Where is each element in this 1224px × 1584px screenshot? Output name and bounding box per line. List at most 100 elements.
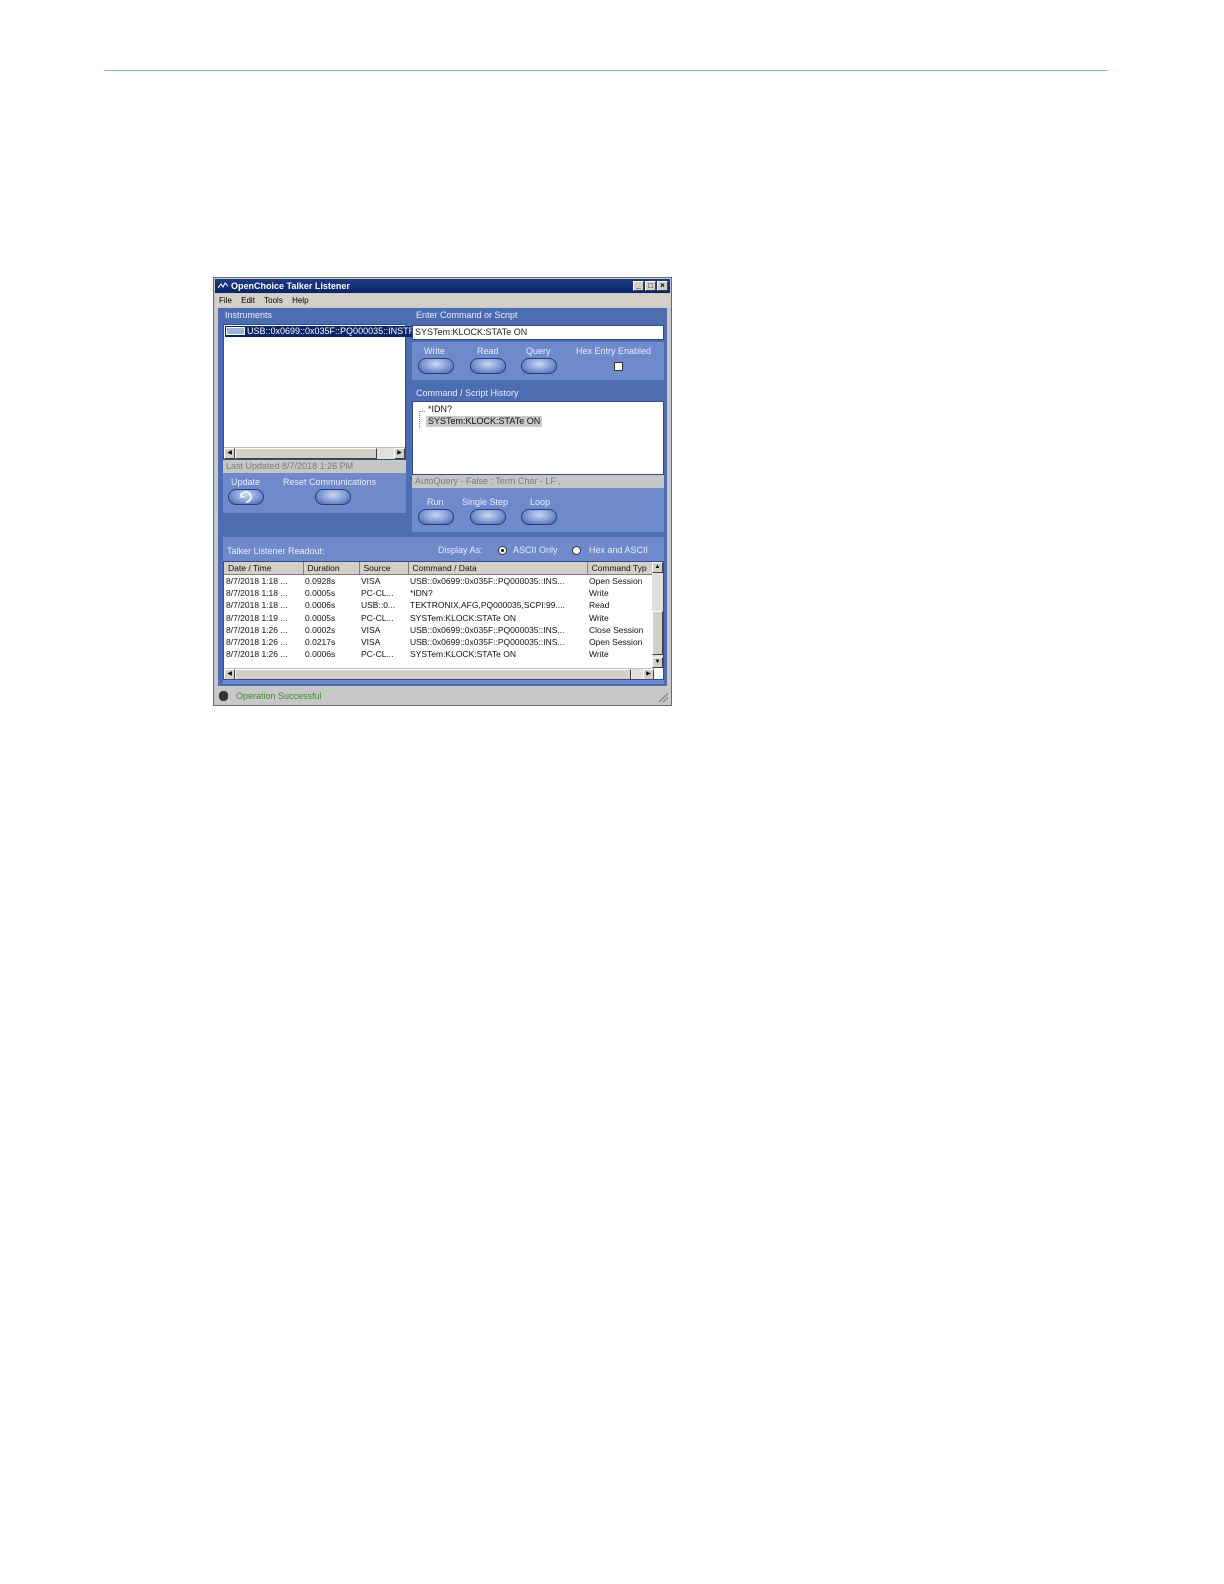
minimize-icon[interactable]: _ xyxy=(633,281,644,291)
script-actions-panel: Run Single Step Loop xyxy=(412,488,664,532)
scroll-left-icon[interactable]: ◀ xyxy=(224,448,235,459)
table-cell: Write xyxy=(589,649,609,660)
table-cell: PC-CL... xyxy=(361,588,394,599)
table-row[interactable]: 8/7/2018 1:26 ... 0.0217s VISA USB::0x0699:… xyxy=(224,636,654,648)
refresh-icon xyxy=(240,491,252,503)
command-actions-panel: Write Read Query Hex Entry Enabled xyxy=(412,342,664,380)
table-row[interactable]: 8/7/2018 1:26 ... 0.0002s VISA USB::0x0699:… xyxy=(224,624,654,636)
tree-connector xyxy=(419,411,425,428)
readout-vscrollbar[interactable]: ▲ ▼ xyxy=(652,562,663,668)
table-cell: 8/7/2018 1:26 ... xyxy=(226,624,288,635)
table-cell: VISA xyxy=(361,576,381,587)
history-tree[interactable]: *IDN? SYSTem:KLOCK:STATe ON xyxy=(412,401,664,475)
table-cell: 8/7/2018 1:18 ... xyxy=(226,576,288,587)
loop-label: Loop xyxy=(530,497,551,507)
table-row[interactable]: 8/7/2018 1:18 ... 0.0005s PC-CL... *IDN? Wri… xyxy=(224,587,654,599)
table-cell: PC-CL... xyxy=(361,612,394,623)
instrument-item[interactable]: USB::0x0699::0x035F::PQ000035::INSTR xyxy=(225,326,426,337)
table-cell: TEKTRONIX,AFG,PQ000035,SCPI:99.... xyxy=(410,600,565,611)
maximize-icon[interactable]: □ xyxy=(645,281,656,291)
table-cell: Open Session xyxy=(589,637,643,648)
column-header[interactable]: Command / Data xyxy=(408,562,588,575)
update-button[interactable] xyxy=(228,489,264,505)
query-button[interactable] xyxy=(521,358,557,374)
page-header-rule xyxy=(104,70,1108,71)
table-cell: 8/7/2018 1:26 ... xyxy=(226,649,288,660)
history-item-selected[interactable]: SYSTem:KLOCK:STATe ON xyxy=(426,416,543,427)
resize-grip-icon[interactable] xyxy=(658,692,668,702)
close-icon[interactable]: × xyxy=(657,281,668,291)
scroll-thumb[interactable] xyxy=(235,448,377,459)
column-header[interactable]: Date / Time xyxy=(224,562,304,575)
table-cell: USB::0x0699::0x035F::PQ000035::INS... xyxy=(410,624,565,635)
menu-help[interactable]: Help xyxy=(292,296,308,305)
table-cell: 0.0217s xyxy=(305,637,336,648)
table-row[interactable]: 8/7/2018 1:18 ... 0.0006s USB::0... TEKTRON… xyxy=(224,599,654,611)
table-cell: SYSTem:KLOCK:STATe ON xyxy=(410,612,516,623)
enter-command-label: Enter Command or Script xyxy=(416,310,518,320)
window-title: OpenChoice Talker Listener xyxy=(231,281,350,291)
read-button[interactable] xyxy=(470,358,506,374)
table-cell: 8/7/2018 1:26 ... xyxy=(226,637,288,648)
column-header[interactable]: Duration xyxy=(303,562,360,575)
table-cell: 8/7/2018 1:19 ... xyxy=(226,612,288,623)
readout-hscrollbar[interactable]: ◀ ▶ xyxy=(224,668,654,679)
history-item[interactable]: *IDN? xyxy=(428,404,452,415)
readout-panel: Talker Listener Readout: Display As: ASC… xyxy=(223,537,664,684)
instruments-label: Instruments xyxy=(225,310,273,320)
query-label: Query xyxy=(526,346,551,356)
table-cell: 0.0006s xyxy=(305,649,336,660)
status-bar: Operation Successful xyxy=(215,688,670,704)
menu-tools[interactable]: Tools xyxy=(264,296,283,305)
last-updated-text: Last Updated 8/7/2018 1:26 PM xyxy=(223,460,406,473)
menu-file[interactable]: File xyxy=(219,296,232,305)
scroll-thumb[interactable] xyxy=(235,669,631,679)
table-row[interactable]: 8/7/2018 1:18 ... 0.0928s VISA USB::0x0699:… xyxy=(224,575,654,588)
loop-button[interactable] xyxy=(521,509,557,525)
hex-entry-label: Hex Entry Enabled xyxy=(576,346,652,356)
usb-icon xyxy=(226,327,245,335)
table-cell: Close Session xyxy=(589,624,644,635)
update-label: Update xyxy=(231,477,261,487)
hex-ascii-label: Hex and ASCII xyxy=(589,545,649,555)
scroll-down-icon[interactable]: ▼ xyxy=(652,657,663,668)
ascii-only-radio[interactable] xyxy=(498,546,507,555)
table-cell: 0.0928s xyxy=(305,576,336,587)
display-as-label: Display As: xyxy=(438,545,483,555)
title-bar[interactable]: OpenChoice Talker Listener _ □ × xyxy=(215,279,670,293)
readout-table-container[interactable]: Date / Time Duration Source Command / Data C… xyxy=(223,561,664,680)
hex-ascii-radio[interactable] xyxy=(572,546,581,555)
reset-communications-button[interactable] xyxy=(315,489,351,505)
hex-entry-checkbox[interactable] xyxy=(614,362,623,371)
table-cell: VISA xyxy=(361,637,381,648)
column-header[interactable]: Command Typ xyxy=(587,562,655,575)
write-button[interactable] xyxy=(418,358,454,374)
table-cell: SYSTem:KLOCK:STATe ON xyxy=(410,649,516,660)
scroll-up-icon[interactable]: ▲ xyxy=(652,562,663,573)
vscroll-thumb[interactable] xyxy=(652,611,663,655)
talker-listener-window: OpenChoice Talker Listener _ □ × File Ed… xyxy=(213,277,672,706)
table-cell: 0.0005s xyxy=(305,612,336,623)
scroll-left-icon[interactable]: ◀ xyxy=(224,669,235,679)
table-cell: VISA xyxy=(361,624,381,635)
instruments-hscrollbar[interactable]: ◀ ▶ xyxy=(224,447,405,459)
run-button[interactable] xyxy=(418,509,454,525)
ascii-only-label: ASCII Only xyxy=(513,545,558,555)
table-row[interactable]: 8/7/2018 1:26 ... 0.0006s PC-CL... SYSTem:K… xyxy=(224,648,654,660)
scroll-right-icon[interactable]: ▶ xyxy=(643,669,654,679)
app-icon xyxy=(218,282,228,289)
instruments-list[interactable]: USB::0x0699::0x035F::PQ000035::INSTR ◀ ▶ xyxy=(223,324,426,460)
table-cell: Write xyxy=(589,588,609,599)
table-cell: 8/7/2018 1:18 ... xyxy=(226,588,288,599)
table-cell: 8/7/2018 1:18 ... xyxy=(226,600,288,611)
menu-edit[interactable]: Edit xyxy=(241,296,255,305)
single-step-label: Single Step xyxy=(462,497,509,507)
table-cell: USB::0... xyxy=(361,600,396,611)
readout-label: Talker Listener Readout: xyxy=(227,546,325,556)
command-input[interactable]: SYSTem:KLOCK:STATe ON xyxy=(412,325,664,340)
column-header[interactable]: Source xyxy=(359,562,409,575)
scroll-right-icon[interactable]: ▶ xyxy=(394,448,405,459)
table-cell: 0.0006s xyxy=(305,600,336,611)
table-row[interactable]: 8/7/2018 1:19 ... 0.0005s PC-CL... SYSTem:K… xyxy=(224,612,654,624)
single-step-button[interactable] xyxy=(470,509,506,525)
